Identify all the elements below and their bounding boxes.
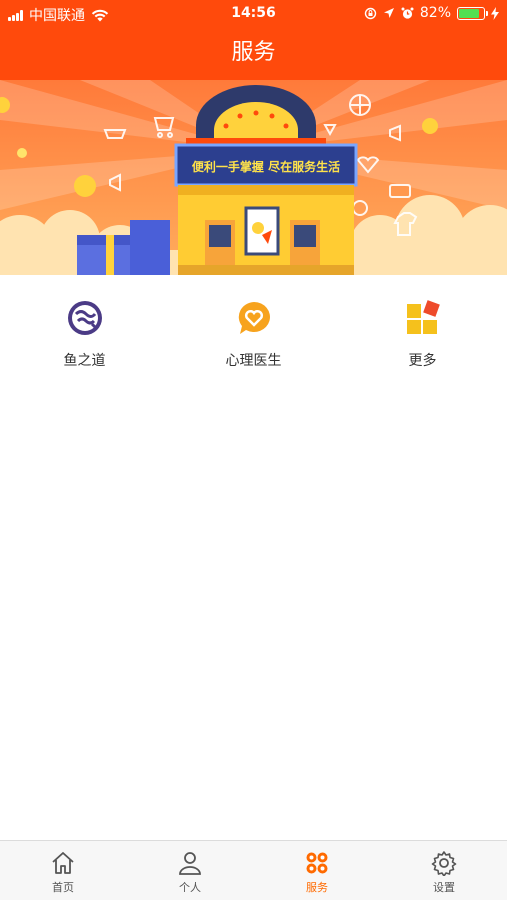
fish-logo-icon xyxy=(67,301,102,335)
gear-icon xyxy=(431,851,457,876)
top-bar: 中国联通 14:56 82% 服务 xyxy=(0,0,507,80)
service-item-fish[interactable]: 鱼之道 xyxy=(0,290,169,370)
banner-slogan: 便利一手掌握 尽在服务生活 xyxy=(191,160,341,174)
service-grid: 鱼之道 心理医生 更多 xyxy=(0,290,507,380)
lock-rotation-icon xyxy=(364,7,377,19)
location-arrow-icon xyxy=(383,8,394,18)
charging-icon xyxy=(491,6,499,20)
banner[interactable]: 便利一手掌握 尽在服务生活 xyxy=(0,80,507,275)
service-label: 心理医生 xyxy=(225,353,282,369)
tab-profile[interactable]: 个人 xyxy=(127,841,253,900)
service-item-more[interactable]: 更多 xyxy=(338,290,507,370)
tab-label: 个人 xyxy=(179,881,201,894)
tab-label: 服务 xyxy=(306,881,328,894)
person-icon xyxy=(179,852,201,875)
service-label: 更多 xyxy=(408,353,437,369)
service-grid-icon xyxy=(306,852,328,874)
tab-label: 设置 xyxy=(433,881,455,894)
service-label: 鱼之道 xyxy=(63,353,106,369)
tab-service[interactable]: 服务 xyxy=(254,841,380,900)
heart-chat-icon xyxy=(238,302,270,334)
home-icon xyxy=(52,852,74,874)
status-bar: 中国联通 14:56 82% xyxy=(0,0,507,26)
status-right: 82% xyxy=(364,5,499,21)
battery-icon xyxy=(457,6,488,20)
service-item-psychologist[interactable]: 心理医生 xyxy=(169,290,338,370)
alarm-icon xyxy=(401,7,414,19)
tab-settings[interactable]: 设置 xyxy=(381,841,507,900)
more-grid-icon xyxy=(406,300,440,334)
tab-bar: 首页 个人 服务 设置 xyxy=(0,840,507,900)
tab-label: 首页 xyxy=(52,881,74,894)
banner-illustration xyxy=(0,80,507,275)
tab-home[interactable]: 首页 xyxy=(0,841,126,900)
battery-percent: 82% xyxy=(419,5,451,21)
page-title: 服务 xyxy=(231,40,276,65)
